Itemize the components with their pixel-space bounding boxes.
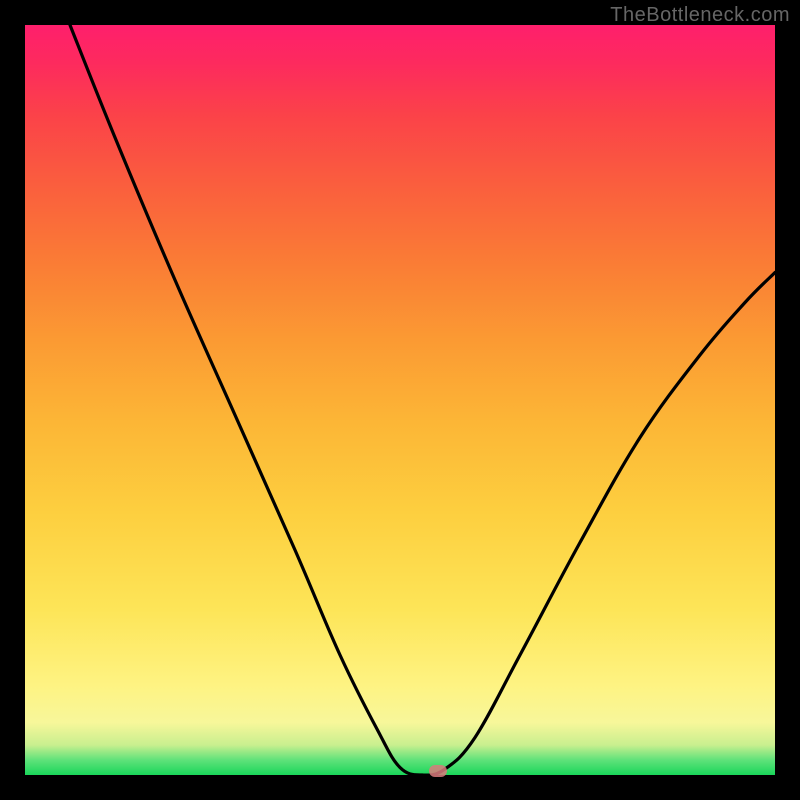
chart-frame: TheBottleneck.com	[0, 0, 800, 800]
plot-area	[25, 25, 775, 775]
bottleneck-curve	[25, 25, 775, 775]
bottleneck-marker	[429, 765, 447, 777]
watermark-label: TheBottleneck.com	[610, 4, 790, 27]
